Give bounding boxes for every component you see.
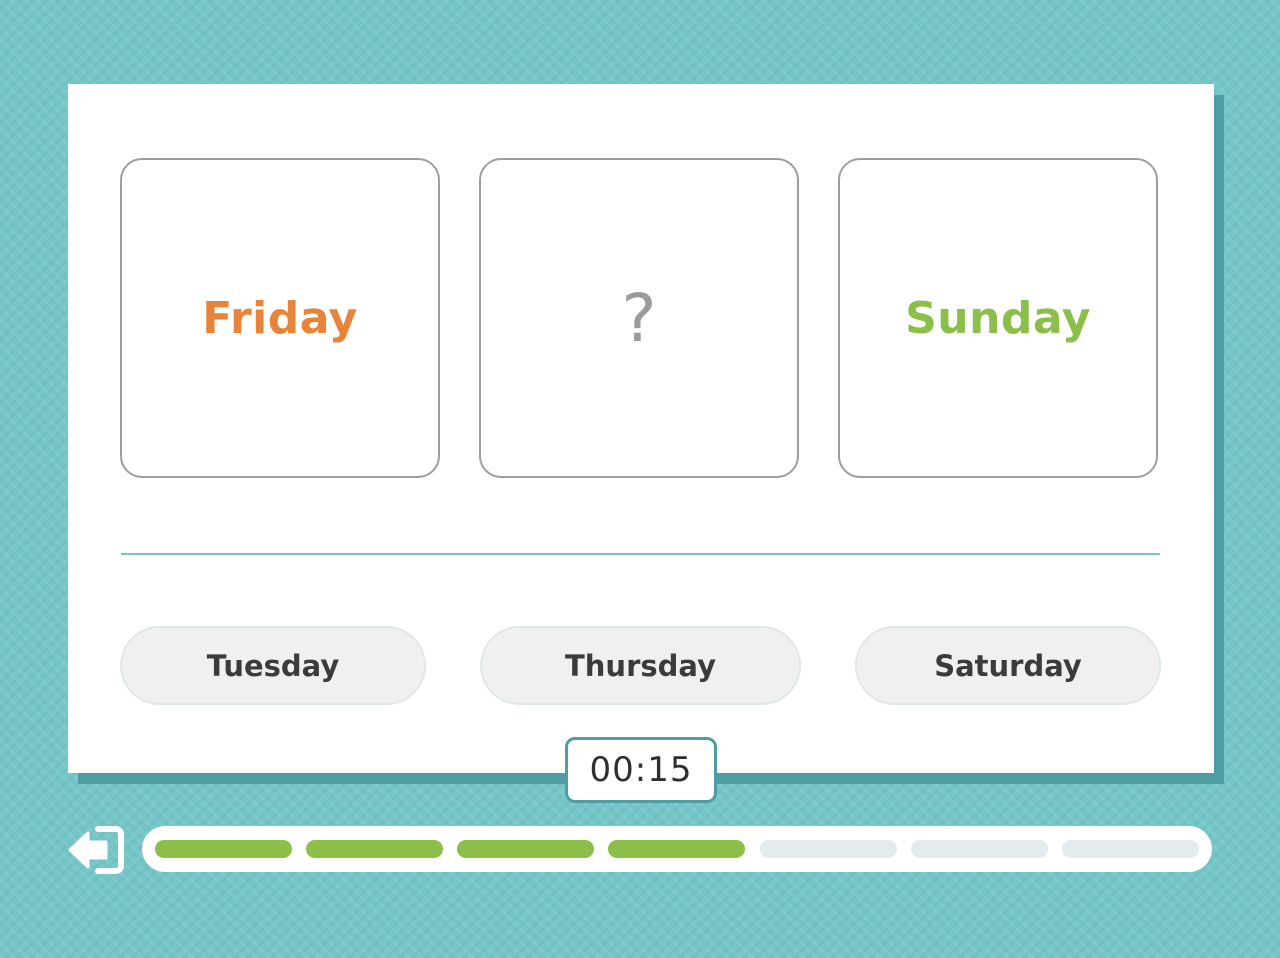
answer-option-tuesday[interactable]: Tuesday: [120, 626, 426, 705]
progress-segment-pending: [1061, 840, 1199, 858]
progress-segment-complete: [306, 840, 444, 858]
progress-segment-complete: [608, 840, 746, 858]
progress-segment-pending: [759, 840, 897, 858]
sequence-tile-last: Sunday: [838, 158, 1158, 478]
tile-last-text: Sunday: [905, 292, 1091, 344]
progress-segment-pending: [910, 840, 1048, 858]
tile-first-text: Friday: [202, 292, 358, 344]
sequence-tile-first: Friday: [120, 158, 440, 478]
sequence-tile-missing: ?: [479, 158, 799, 478]
countdown-timer: 00:15: [565, 737, 717, 803]
exit-button[interactable]: [66, 825, 126, 875]
exit-arrow-icon: [68, 826, 124, 874]
progress-segment-complete: [457, 840, 595, 858]
missing-day-placeholder: ?: [621, 279, 657, 357]
answer-option-thursday[interactable]: Thursday: [480, 626, 801, 705]
question-card: Friday ? Sunday Tuesday Thursday Saturda…: [68, 84, 1214, 773]
progress-segment-complete: [155, 840, 292, 858]
progress-bar: [142, 826, 1212, 872]
answer-option-saturday[interactable]: Saturday: [855, 626, 1161, 705]
divider: [121, 553, 1160, 555]
